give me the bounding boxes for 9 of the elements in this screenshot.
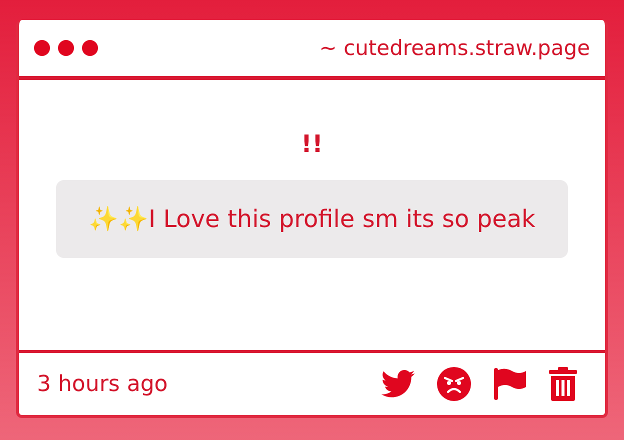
window-title: ~ cutedreams.straw.page xyxy=(319,36,590,60)
timestamp: 3 hours ago xyxy=(37,372,168,396)
message-heading: !! xyxy=(301,130,323,158)
flag-icon[interactable] xyxy=(493,367,527,401)
message-text: ✨✨I Love this profile sm its so peak xyxy=(88,205,536,233)
angry-face-icon[interactable] xyxy=(437,367,471,401)
bird-icon[interactable] xyxy=(381,370,415,398)
window-dots-icon xyxy=(34,40,98,56)
trash-icon[interactable] xyxy=(549,367,577,401)
